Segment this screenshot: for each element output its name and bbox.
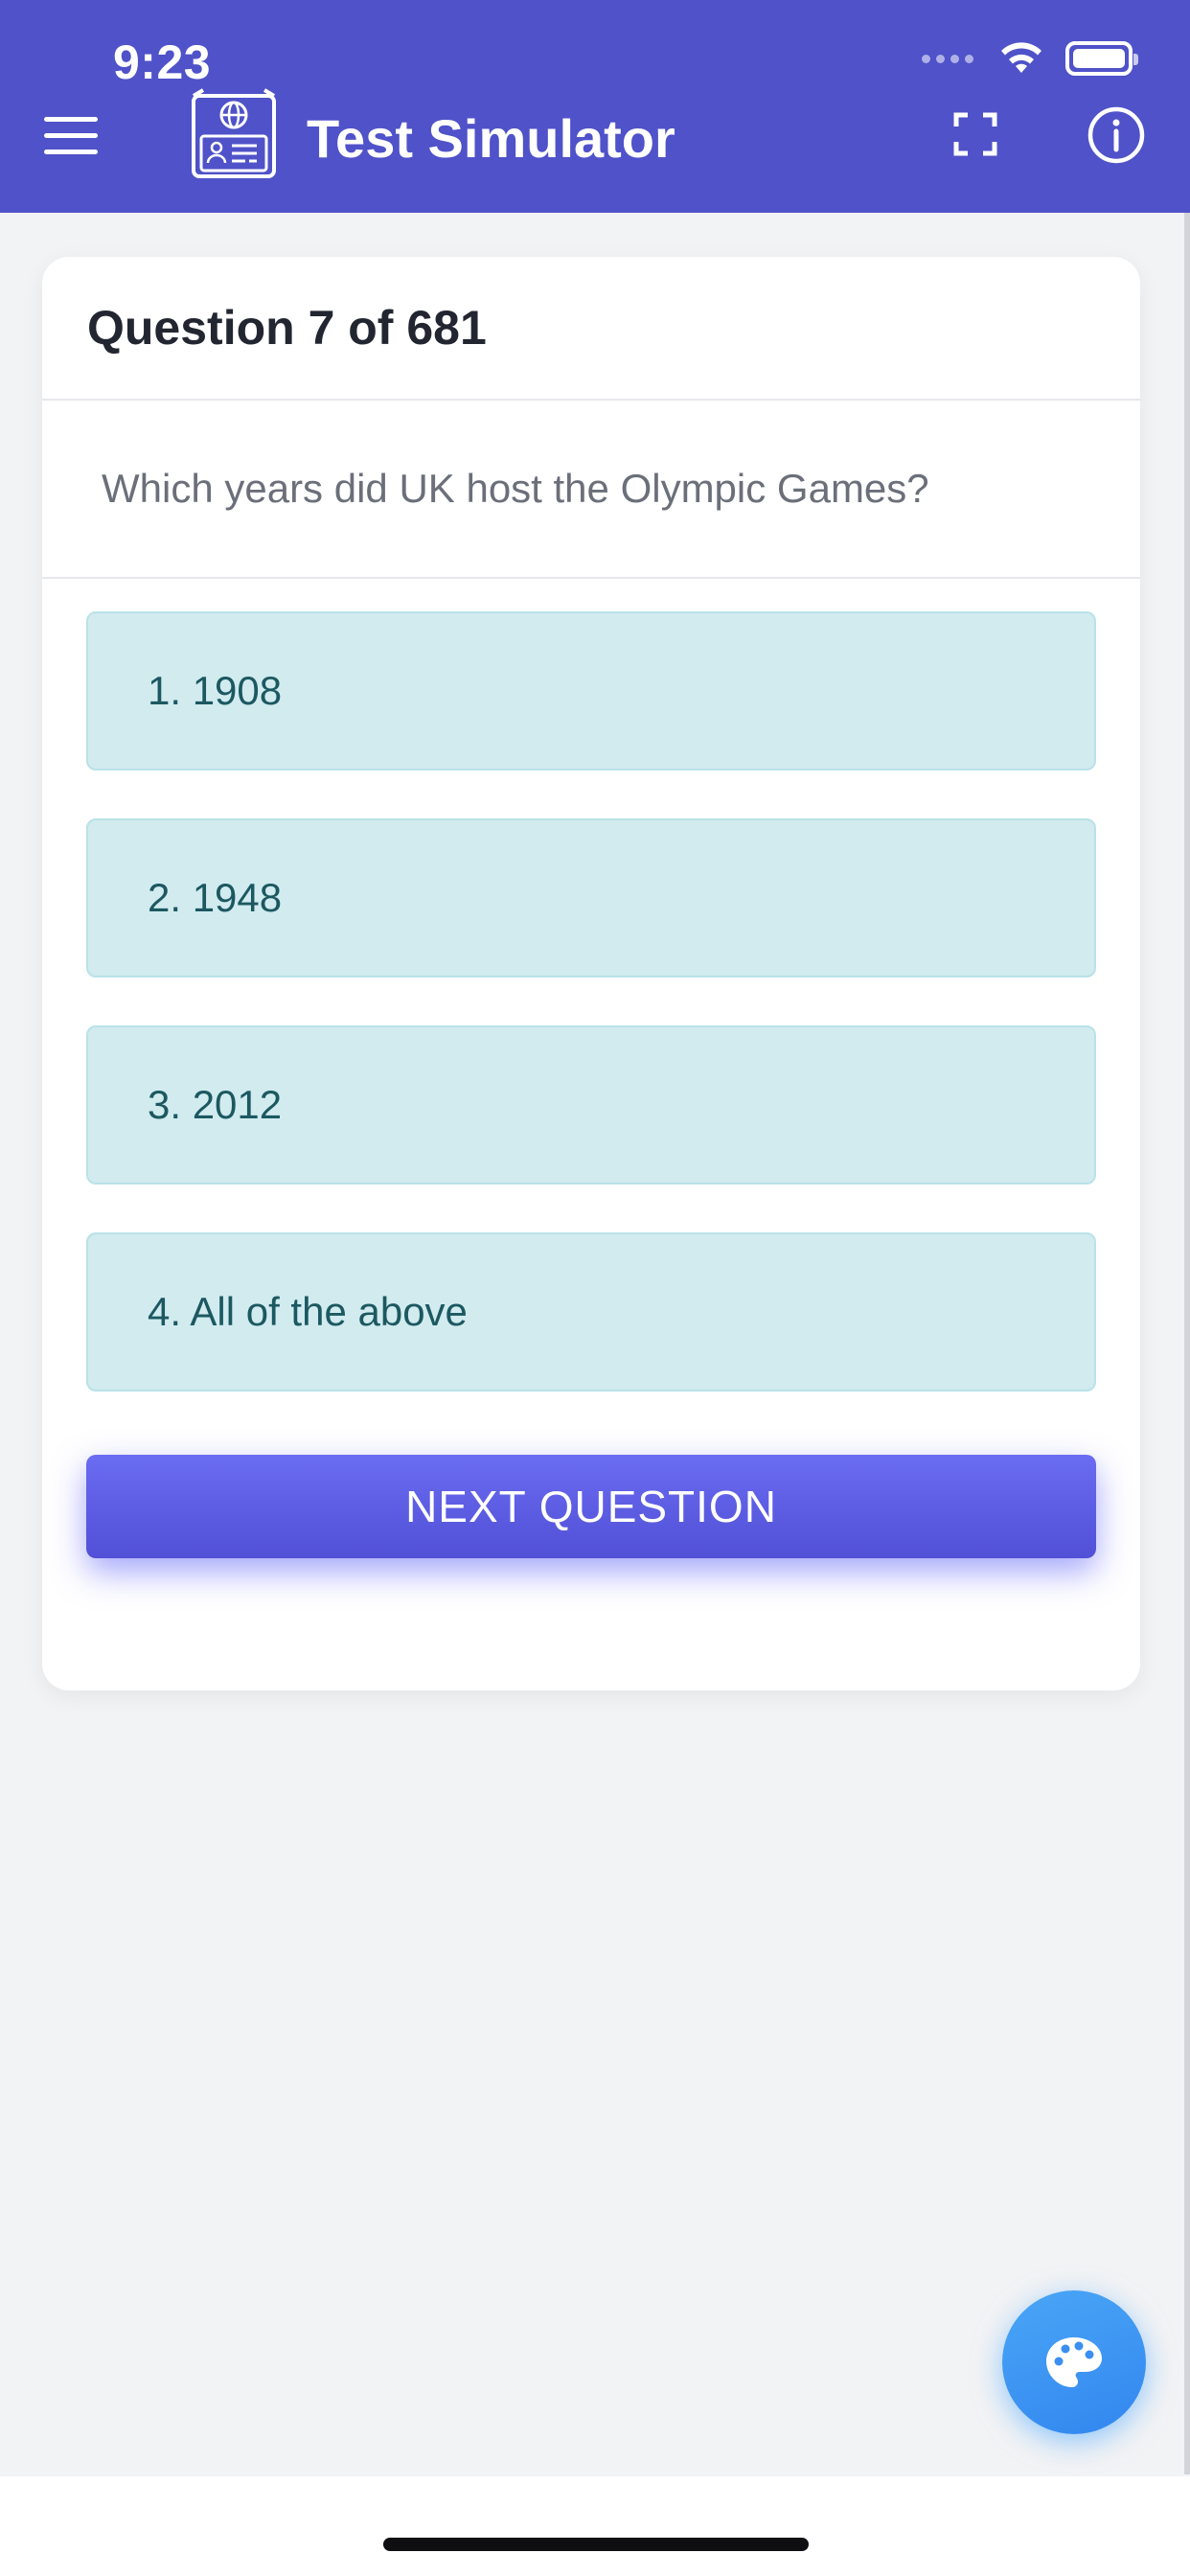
status-time: 9:23 (113, 35, 212, 89)
bottom-safe-area (0, 2476, 1190, 2576)
question-text: Which years did UK host the Olympic Game… (102, 466, 929, 511)
palette-icon (1046, 2337, 1102, 2387)
fullscreen-icon[interactable] (952, 111, 998, 157)
next-question-button[interactable]: NEXT QUESTION (86, 1455, 1096, 1558)
scrollbar[interactable] (1184, 213, 1190, 2474)
app-header: 9:23 Test Simulator (0, 0, 1190, 213)
answer-option-label: 2. 1948 (148, 875, 283, 920)
menu-icon-bar (44, 133, 98, 138)
answer-option-1[interactable]: 1. 1908 (86, 611, 1096, 770)
menu-icon-bar (44, 150, 98, 154)
info-icon[interactable] (1087, 105, 1146, 165)
theme-fab-button[interactable] (1002, 2290, 1146, 2434)
battery-icon (1065, 41, 1138, 76)
passport-id-icon (192, 88, 276, 178)
menu-icon (44, 117, 98, 122)
answer-option-2[interactable]: 2. 1948 (86, 818, 1096, 978)
question-counter: Question 7 of 681 (87, 301, 487, 355)
question-card: Question 7 of 681 Which years did UK hos… (42, 257, 1140, 1690)
answer-option-label: 4. All of the above (148, 1289, 468, 1334)
status-icons (922, 40, 1138, 77)
home-indicator[interactable] (383, 2538, 809, 2551)
answer-options: 1. 1908 2. 1948 3. 2012 4. All of the ab… (86, 611, 1096, 1439)
answer-option-4[interactable]: 4. All of the above (86, 1232, 1096, 1392)
wifi-icon (1001, 42, 1041, 73)
app-title: Test Simulator (307, 108, 675, 169)
signal-dots-icon (922, 54, 973, 63)
card-header: Question 7 of 681 (42, 257, 1140, 401)
answer-option-label: 1. 1908 (148, 668, 283, 713)
answer-option-label: 3. 2012 (148, 1082, 283, 1127)
menu-button[interactable] (44, 113, 100, 159)
answer-option-3[interactable]: 3. 2012 (86, 1025, 1096, 1184)
question-area: Which years did UK host the Olympic Game… (42, 401, 1140, 579)
